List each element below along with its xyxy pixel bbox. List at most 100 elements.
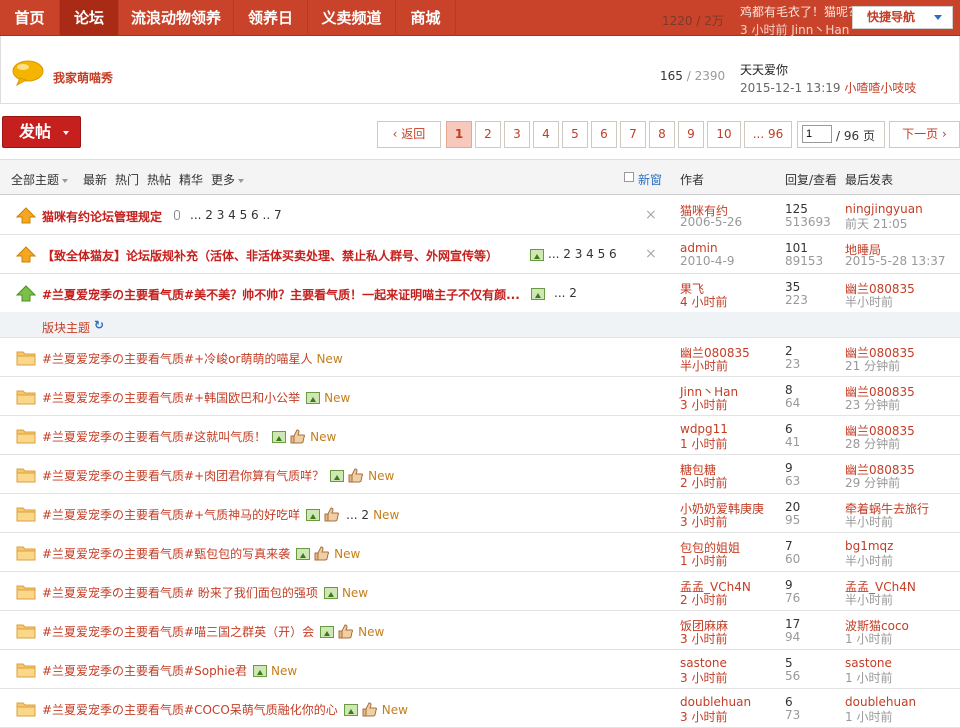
- page-link-4[interactable]: 4: [533, 121, 559, 148]
- thread-title[interactable]: #兰夏爱宠季の主要看气质#+韩国欧巴和小公举: [42, 391, 300, 405]
- thread-title[interactable]: #兰夏爱宠季の主要看气质#+冷峻or萌萌的喵星人: [42, 352, 312, 366]
- thread-title[interactable]: #兰夏爱宠季の主要看气质#喵三国之群英（开）会: [42, 625, 314, 639]
- last-post-user[interactable]: sastone: [845, 656, 892, 670]
- folder-icon: [16, 702, 36, 717]
- thread-title[interactable]: #兰夏爱宠季の主要看气质#这就叫气质！: [42, 430, 266, 444]
- page-link-10[interactable]: 10: [707, 121, 741, 148]
- thread-pages[interactable]: ... 2 3 4 5 6: [548, 247, 617, 261]
- nav-item-adoption[interactable]: 流浪动物领养: [119, 0, 234, 36]
- last-post-time: 28 分钟前: [845, 437, 901, 451]
- thread-author[interactable]: doublehuan: [680, 695, 751, 709]
- subforum-last-post-title[interactable]: 天天爱你: [740, 61, 788, 78]
- new-post-button[interactable]: 发帖: [2, 116, 81, 148]
- back-button[interactable]: ‹ 返回: [377, 121, 441, 148]
- thread-title-line: #兰夏爱宠季の主要看气质#COCO呆萌气质融化你的心 New: [42, 701, 408, 718]
- quick-nav-button[interactable]: 快捷导航: [852, 6, 953, 29]
- subforum-last-time: 2015-12-1 13:19: [740, 81, 841, 95]
- thread-title[interactable]: #兰夏爱宠季の主要看气质#美不美？帅不帅？主要看气质！一起来证明喵主子不仅有颜.…: [42, 286, 520, 303]
- thread-title[interactable]: 【致全体猫友】论坛版规补充（活体、非活体买卖处理、禁止私人群号、外网宣传等）: [42, 247, 498, 264]
- next-page-button[interactable]: 下一页 ›: [889, 121, 960, 148]
- new-window-checkbox[interactable]: [624, 172, 634, 182]
- subforum-link[interactable]: 我家萌喵秀: [53, 69, 113, 86]
- last-post-user[interactable]: doublehuan: [845, 695, 916, 709]
- thread-title[interactable]: #兰夏爱宠季の主要看气质#COCO呆萌气质融化你的心: [42, 703, 338, 717]
- close-icon[interactable]: ×: [645, 246, 657, 262]
- thread-title-line: #兰夏爱宠季の主要看气质#这就叫气质！ New: [42, 428, 336, 445]
- page-link-9[interactable]: 9: [678, 121, 704, 148]
- folder-icon: [16, 585, 36, 600]
- nav-item-forum[interactable]: 论坛: [60, 0, 119, 36]
- page-link-6[interactable]: 6: [591, 121, 617, 148]
- thread-title[interactable]: 猫咪有约论坛管理规定: [42, 208, 162, 225]
- thread-pages[interactable]: ... 2: [554, 286, 577, 300]
- new-badge: New: [324, 391, 351, 405]
- thread-views: 63: [785, 474, 801, 488]
- page-link-1[interactable]: 1: [446, 121, 472, 148]
- filter-hot[interactable]: 热门: [115, 171, 139, 188]
- last-post-user[interactable]: ningjingyuan: [845, 202, 923, 216]
- all-topics-label: 全部主题: [11, 173, 60, 187]
- last-post-time: 半小时前: [845, 515, 894, 529]
- thread-title[interactable]: #兰夏爱宠季の主要看气质# 盼来了我们面包的强项: [42, 586, 318, 600]
- folder-icon: [16, 546, 36, 561]
- quick-nav-label: 快捷导航: [867, 10, 916, 24]
- thread-title[interactable]: #兰夏爱宠季の主要看气质#+气质神马的好吃咩: [42, 508, 300, 522]
- chevron-right-icon: ›: [938, 127, 947, 141]
- page-link-last[interactable]: ... 96: [744, 121, 792, 148]
- page-link-7[interactable]: 7: [620, 121, 646, 148]
- nav-item-home[interactable]: 首页: [0, 0, 60, 36]
- new-badge: New: [310, 430, 337, 444]
- filter-hot-posts[interactable]: 热帖: [147, 171, 171, 188]
- sticky-row: 猫咪有约论坛管理规定 ... 2 3 4 5 6 .. 7 × 猫咪有约 200…: [0, 196, 960, 235]
- close-icon[interactable]: ×: [645, 207, 657, 223]
- image-icon: [296, 548, 311, 560]
- page-link-8[interactable]: 8: [649, 121, 675, 148]
- subforum-last-user[interactable]: 小喳喳小吱吱: [844, 81, 916, 95]
- page-link-5[interactable]: 5: [562, 121, 588, 148]
- section-separator: [0, 312, 960, 338]
- last-post-user[interactable]: bg1mqz: [845, 539, 893, 553]
- thread-replies: 2: [785, 344, 793, 358]
- sticky-arrow-green-icon: [16, 285, 36, 302]
- thread-author[interactable]: sastone: [680, 656, 727, 670]
- thread-replies: 17: [785, 617, 801, 631]
- thread-author[interactable]: wdpg11: [680, 422, 728, 436]
- thumbs-up-icon: [314, 546, 330, 561]
- thread-replies: 20: [785, 500, 801, 514]
- thread-row: #兰夏爱宠季の主要看气质#喵三国之群英（开）会 New 饭团麻麻 3 小时前 17 94 波…: [0, 611, 960, 650]
- thread-views: 64: [785, 396, 801, 410]
- nav-item-adoption-day[interactable]: 领养日: [234, 0, 308, 36]
- image-icon: [320, 626, 335, 638]
- thread-date: 2 小时前: [680, 593, 728, 607]
- new-badge: New: [316, 352, 343, 366]
- page-link-3[interactable]: 3: [504, 121, 530, 148]
- refresh-icon[interactable]: ↻: [94, 318, 104, 332]
- thread-title[interactable]: #兰夏爱宠季の主要看气质#甄包包的写真来袭: [42, 547, 290, 561]
- thread-pages[interactable]: ... 2: [346, 508, 369, 522]
- thread-date: 3 小时前: [680, 515, 728, 529]
- thread-date: 2010-4-9: [680, 254, 735, 268]
- new-badge: New: [373, 508, 400, 522]
- thread-title-line: #兰夏爱宠季の主要看气质# 盼来了我们面包的强项 New: [42, 584, 368, 601]
- nav-item-mall[interactable]: 商城: [396, 0, 456, 36]
- subforum-last-post-meta: 2015-12-1 13:19 小喳喳小吱吱: [740, 79, 916, 96]
- thread-title-line: #兰夏爱宠季の主要看气质#Sophie君 New: [42, 662, 297, 679]
- filter-digest[interactable]: 精华: [179, 171, 203, 188]
- filter-latest[interactable]: 最新: [83, 171, 107, 188]
- filter-more[interactable]: 更多: [211, 171, 245, 188]
- thread-title[interactable]: #兰夏爱宠季の主要看气质#Sophie君: [42, 664, 247, 678]
- last-post-time: 1 小时前: [845, 710, 893, 724]
- thread-row: #兰夏爱宠季の主要看气质#这就叫气质！ New wdpg11 1 小时前 6 41 幽兰08…: [0, 416, 960, 455]
- all-topics-filter[interactable]: 全部主题: [11, 171, 69, 188]
- thread-title[interactable]: #兰夏爱宠季の主要看气质#+肉团君你算有气质咩？: [42, 469, 324, 483]
- thread-views: 89153: [785, 254, 824, 268]
- thread-pages[interactable]: ... 2 3 4 5 6 .. 7: [190, 208, 282, 222]
- page-link-2[interactable]: 2: [475, 121, 501, 148]
- thumbs-up-icon: [338, 624, 354, 639]
- ghost-count: 1220 / 2万: [662, 14, 724, 28]
- nav-item-charity-sale[interactable]: 义卖频道: [308, 0, 396, 36]
- thread-author[interactable]: admin: [680, 241, 718, 255]
- next-label: 下一页: [902, 127, 939, 141]
- page-jump-input[interactable]: [802, 125, 832, 143]
- last-post-column-header: 最后发表: [845, 173, 894, 187]
